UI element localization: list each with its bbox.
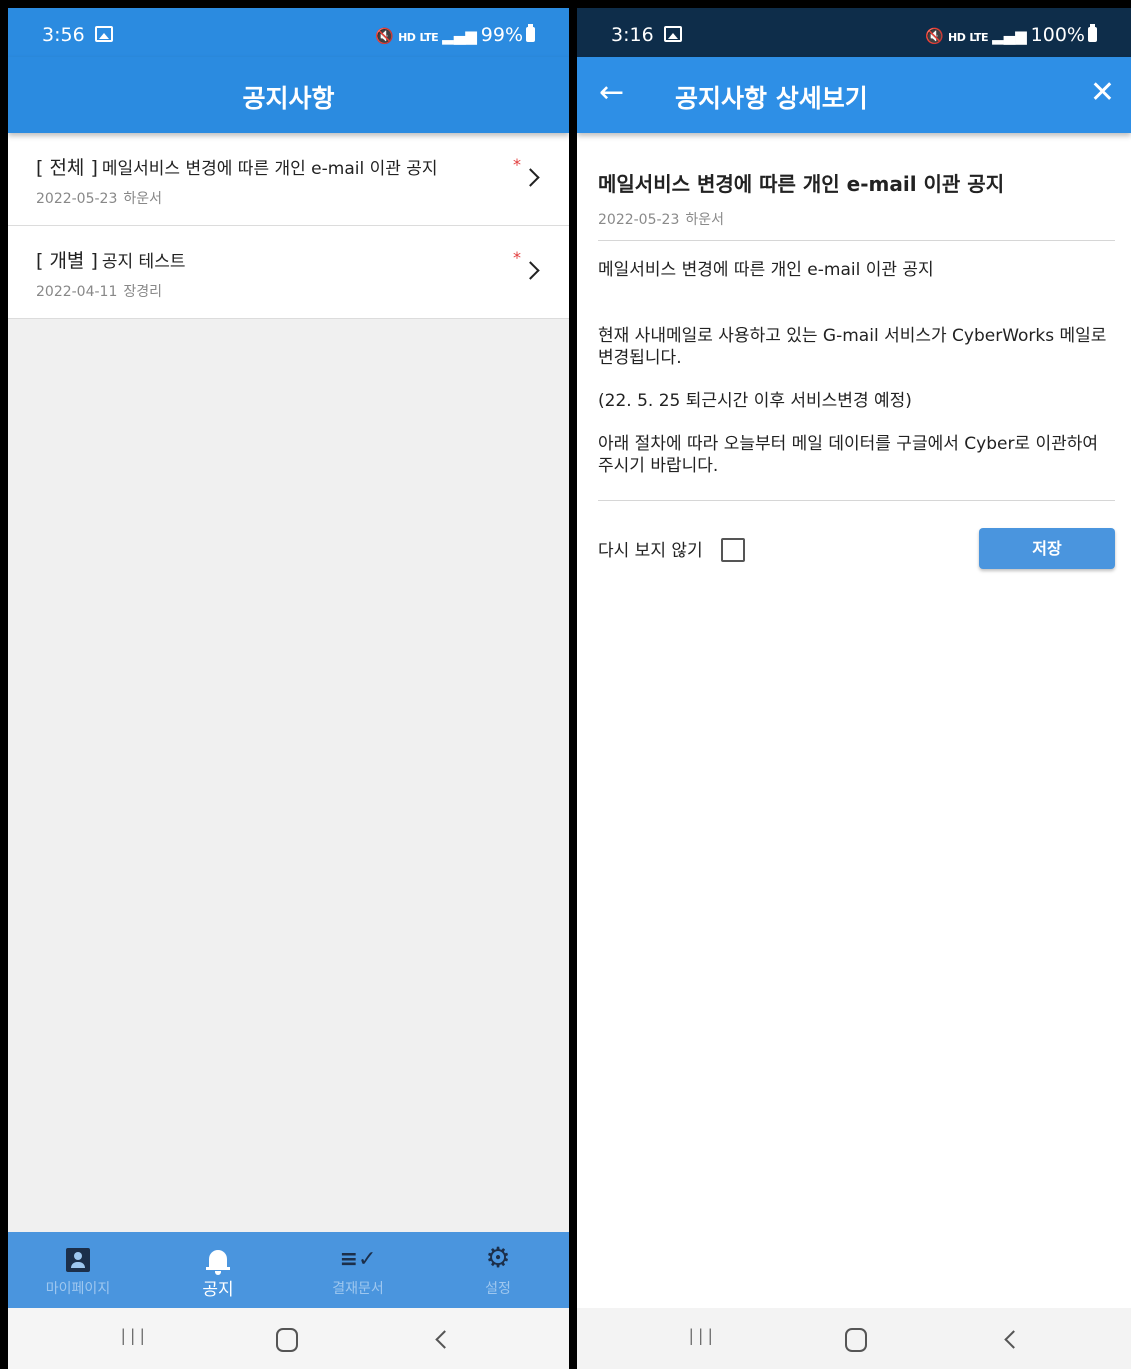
page-title: 공지사항 상세보기 bbox=[675, 84, 868, 113]
status-indicators: 🔇 HD LTE ▂▄▆ 99% bbox=[375, 24, 535, 46]
dont-show-label: 다시 보지 않기 bbox=[598, 541, 703, 561]
body-paragraph: 메일서비스 변경에 따른 개인 e-mail 이관 공지 bbox=[598, 260, 934, 280]
page-title: 공지사항 bbox=[242, 84, 335, 113]
battery-percent: 100% bbox=[1030, 24, 1085, 46]
close-icon[interactable]: ✕ bbox=[1090, 75, 1115, 111]
nav-label: 결재문서 bbox=[332, 1281, 384, 1297]
lte-icon: LTE bbox=[969, 31, 989, 44]
notice-list-item[interactable]: [ 전체 ] 메일서비스 변경에 따른 개인 e-mail 이관 공지 2022-… bbox=[8, 133, 569, 226]
status-bar: 3:56 🔇 HD LTE ▂▄▆ 99% bbox=[8, 8, 569, 57]
nav-label: 설정 bbox=[485, 1281, 511, 1297]
notice-author: 하운서 bbox=[123, 191, 163, 207]
mute-icon: 🔇 bbox=[925, 27, 944, 45]
status-indicators: 🔇 HD LTE ▂▄▆ 100% bbox=[925, 24, 1097, 46]
notice-date: 2022-05-23 bbox=[36, 191, 118, 207]
divider bbox=[598, 240, 1115, 241]
recent-apps-button[interactable]: III bbox=[120, 1326, 148, 1351]
dont-show-checkbox[interactable] bbox=[720, 538, 745, 562]
gallery-icon bbox=[663, 26, 682, 42]
home-button[interactable] bbox=[276, 1328, 298, 1352]
nav-label: 공지 bbox=[202, 1280, 234, 1300]
gallery-icon bbox=[94, 26, 113, 42]
chevron-right-icon bbox=[521, 168, 540, 187]
status-time-text: 3:16 bbox=[611, 24, 654, 46]
notice-author: 장경리 bbox=[123, 284, 163, 300]
notice-date: 2022-04-11 bbox=[36, 284, 118, 300]
notice-category: [ 개별 ] bbox=[36, 250, 98, 272]
signal-icon: ▂▄▆ bbox=[442, 27, 477, 45]
hd-voice-icon: HD bbox=[398, 31, 416, 44]
notice-title-text: 공지 테스트 bbox=[101, 252, 186, 272]
nav-item-approval-docs[interactable]: ≡✓ 결재문서 bbox=[288, 1232, 428, 1308]
bottom-navigation: 마이페이지 공지 ≡✓ 결재문서 ⚙ 설정 bbox=[8, 1232, 569, 1308]
detail-author: 하운서 bbox=[685, 212, 725, 228]
notice-detail-screen: 3:16 🔇 HD LTE ▂▄▆ 100% ← 공지사항 상세보기 ✕ 메일서비스 변… bbox=[577, 8, 1131, 1369]
recent-apps-button[interactable]: III bbox=[688, 1326, 716, 1351]
nav-item-settings[interactable]: ⚙ 설정 bbox=[428, 1232, 568, 1308]
status-time: 3:56 bbox=[42, 24, 113, 46]
battery-icon bbox=[1088, 24, 1097, 42]
notice-title: [ 전체 ] 메일서비스 변경에 따른 개인 e-mail 이관 공지 bbox=[36, 153, 438, 180]
nav-item-mypage[interactable]: 마이페이지 bbox=[8, 1232, 148, 1308]
status-bar: 3:16 🔇 HD LTE ▂▄▆ 100% bbox=[577, 8, 1131, 57]
new-badge: * bbox=[513, 155, 521, 174]
back-arrow-icon[interactable]: ← bbox=[599, 75, 624, 111]
nav-label: 마이페이지 bbox=[45, 1281, 111, 1297]
detail-body: 메일서비스 변경에 따른 개인 e-mail 이관 공지 현재 사내메일로 사용… bbox=[598, 259, 1115, 477]
back-button[interactable] bbox=[1004, 1330, 1023, 1349]
notice-meta: 2022-05-23 하운서 bbox=[36, 188, 162, 208]
dont-show-again: 다시 보지 않기 bbox=[598, 536, 745, 562]
notice-list-item[interactable]: [ 개별 ] 공지 테스트 2022-04-11 장경리 * bbox=[8, 226, 569, 319]
home-button[interactable] bbox=[845, 1328, 867, 1352]
document-check-icon: ≡✓ bbox=[339, 1247, 377, 1272]
notice-title-text: 메일서비스 변경에 따른 개인 e-mail 이관 공지 bbox=[101, 159, 438, 179]
mute-icon: 🔇 bbox=[375, 27, 395, 45]
notice-list: [ 전체 ] 메일서비스 변경에 따른 개인 e-mail 이관 공지 2022-… bbox=[8, 133, 569, 319]
gear-icon: ⚙ bbox=[485, 1241, 511, 1274]
body-paragraph: 현재 사내메일로 사용하고 있는 G-mail 서비스가 CyberWorks … bbox=[598, 326, 1107, 368]
app-bar: 공지사항 bbox=[8, 57, 569, 133]
person-icon bbox=[66, 1248, 90, 1272]
divider bbox=[598, 500, 1115, 501]
status-time-text: 3:56 bbox=[42, 24, 85, 46]
app-bar: ← 공지사항 상세보기 ✕ bbox=[577, 57, 1131, 133]
notice-list-screen: 3:56 🔇 HD LTE ▂▄▆ 99% 공지사항 [ 전체 ] 메일서비스 변경에 따… bbox=[8, 8, 569, 1369]
chevron-right-icon bbox=[521, 261, 540, 280]
back-button[interactable] bbox=[435, 1330, 454, 1349]
battery-icon bbox=[526, 24, 535, 42]
battery-percent: 99% bbox=[480, 24, 523, 46]
system-navigation-bar: III bbox=[577, 1308, 1131, 1369]
signal-icon: ▂▄▆ bbox=[992, 27, 1027, 45]
detail-date: 2022-05-23 bbox=[598, 212, 680, 228]
notice-title: [ 개별 ] 공지 테스트 bbox=[36, 246, 185, 273]
status-time: 3:16 bbox=[611, 24, 682, 46]
notice-meta: 2022-04-11 장경리 bbox=[36, 281, 162, 301]
detail-meta: 2022-05-23 하운서 bbox=[598, 209, 724, 229]
body-paragraph: (22. 5. 25 퇴근시간 이후 서비스변경 예정) bbox=[598, 391, 912, 411]
detail-title: 메일서비스 변경에 따른 개인 e-mail 이관 공지 bbox=[598, 172, 1005, 196]
notice-category: [ 전체 ] bbox=[36, 157, 98, 179]
save-button[interactable]: 저장 bbox=[979, 528, 1115, 569]
hd-voice-icon: HD bbox=[948, 31, 966, 44]
body-paragraph: 아래 절차에 따라 오늘부터 메일 데이터를 구글에서 Cyber로 이관하여 … bbox=[598, 434, 1099, 476]
new-badge: * bbox=[513, 248, 521, 267]
system-navigation-bar: III bbox=[8, 1308, 569, 1369]
bell-icon bbox=[205, 1248, 231, 1276]
lte-icon: LTE bbox=[419, 31, 439, 44]
nav-item-notice[interactable]: 공지 bbox=[148, 1232, 288, 1308]
